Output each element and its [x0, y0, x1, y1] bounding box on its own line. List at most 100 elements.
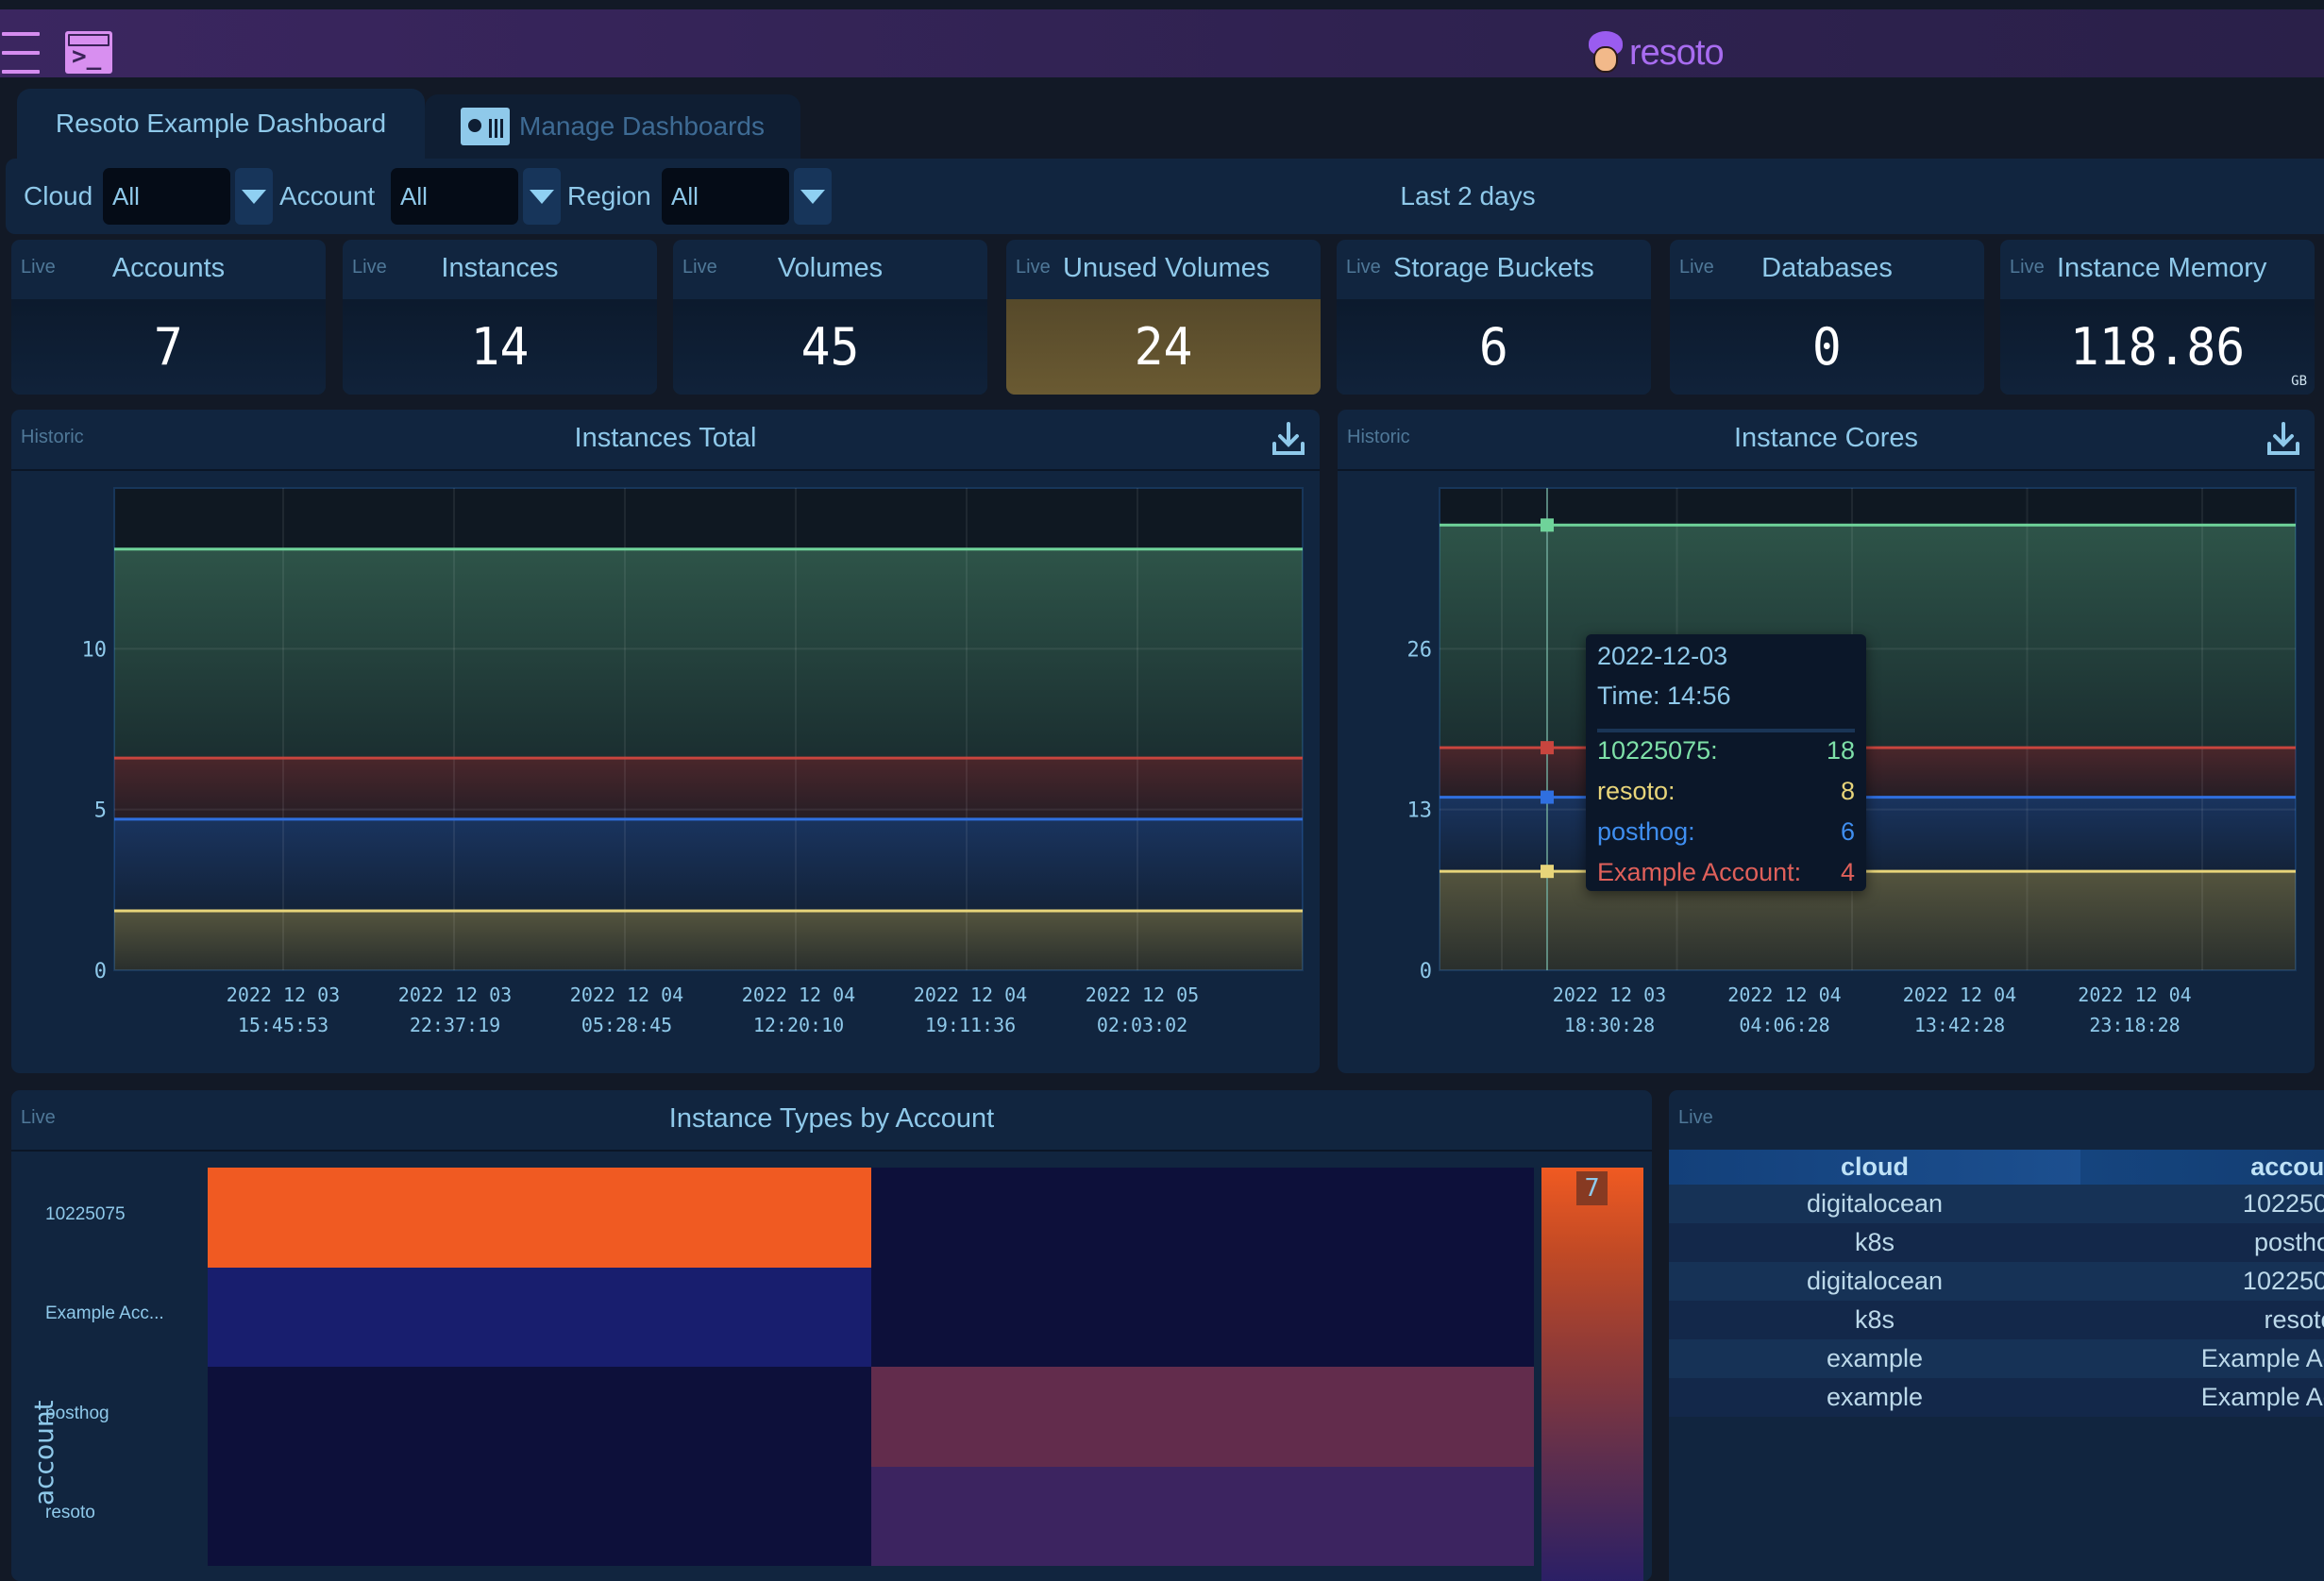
- live-tag: Live: [1346, 257, 1381, 278]
- stat-value: 6: [1479, 317, 1508, 377]
- heatmap-cell[interactable]: [208, 1367, 871, 1467]
- region-filter-select[interactable]: All: [662, 168, 789, 225]
- app-header: >_ resoto: [0, 9, 2324, 77]
- account-filter-dropdown-icon[interactable]: [523, 168, 561, 225]
- heatmap-cell[interactable]: [870, 1466, 1534, 1566]
- heatmap-cell[interactable]: [870, 1367, 1534, 1467]
- stat-card-instances[interactable]: Live Instances 14: [343, 240, 657, 395]
- x-tick-label-time: 22:37:19: [410, 1014, 500, 1036]
- download-icon[interactable]: [1271, 421, 1306, 457]
- stat-body: 14: [343, 299, 657, 395]
- hamburger-icon[interactable]: [2, 32, 40, 74]
- stat-card-volumes[interactable]: Live Volumes 45: [673, 240, 987, 395]
- x-tick-label-date: 2022 12 04: [742, 984, 855, 1006]
- table-row[interactable]: digitalocean 10225075: [1669, 1262, 2324, 1301]
- cell-cloud: digitalocean: [1669, 1185, 2080, 1223]
- region-filter-dropdown-icon[interactable]: [794, 168, 832, 225]
- panel-header: Live: [1669, 1090, 2324, 1152]
- table-row[interactable]: digitalocean 10225075: [1669, 1185, 2324, 1223]
- stat-title: Instance Memory: [2057, 253, 2267, 283]
- instance-cores-panel: Historic Instance Cores 0 13 26 2022 12 03 1…: [1338, 410, 2315, 1073]
- stat-card-databases[interactable]: Live Databases 0: [1670, 240, 1984, 395]
- time-range-selector[interactable]: Last 2 days: [1340, 159, 1595, 234]
- tooltip-time: Time: 14:56: [1597, 681, 1731, 710]
- stat-title: Databases: [1761, 253, 1893, 283]
- x-tick-label-time: 12:20:10: [753, 1014, 844, 1036]
- heatmap-cell[interactable]: [208, 1267, 871, 1367]
- y-tick-label: 26: [1407, 638, 1433, 662]
- table-row[interactable]: example Example Account: [1669, 1378, 2324, 1417]
- stat-card-header: Live Volumes: [673, 240, 987, 299]
- tab-resoto-example-dashboard[interactable]: Resoto Example Dashboard: [17, 89, 425, 159]
- tooltip-row: Example Account: 4: [1597, 858, 1855, 896]
- stat-card-header: Live Instances: [343, 240, 657, 299]
- tab-label: Resoto Example Dashboard: [55, 109, 387, 138]
- area-band-resoto: [114, 910, 1303, 970]
- y-tick-label: 0: [94, 960, 107, 984]
- stat-title: Instances: [441, 253, 559, 283]
- top-strip: [0, 0, 2324, 9]
- live-tag: Live: [1678, 1107, 1713, 1128]
- column-header-cloud[interactable]: cloud: [1669, 1150, 2080, 1185]
- stat-value: 0: [1812, 317, 1842, 377]
- tab-manage-dashboards[interactable]: Manage Dashboards: [425, 94, 800, 159]
- stat-card-header: Live Unused Volumes: [1006, 240, 1321, 299]
- instance-types-panel: Live Instance Types by Account 10225075 E…: [11, 1090, 1652, 1581]
- x-tick-label-time: 19:11:36: [925, 1014, 1016, 1036]
- account-filter-select[interactable]: All: [391, 168, 518, 225]
- heatmap-cell[interactable]: [870, 1267, 1534, 1367]
- heatmap-row-label: 10225075: [45, 1203, 126, 1224]
- stat-card-accounts[interactable]: Live Accounts 7: [11, 240, 326, 395]
- table-row[interactable]: k8s resoto: [1669, 1301, 2324, 1339]
- tooltip-divider: [1597, 729, 1855, 732]
- stat-card-storage-buckets[interactable]: Live Storage Buckets 6: [1337, 240, 1651, 395]
- x-tick-label-time: 23:18:28: [2089, 1014, 2180, 1036]
- heatmap-cell[interactable]: [870, 1168, 1534, 1268]
- x-tick-label-time: 04:06:28: [1739, 1014, 1829, 1036]
- hover-marker-10225075: [1541, 518, 1554, 532]
- cloud-filter-select[interactable]: All: [103, 168, 230, 225]
- terminal-icon[interactable]: >_: [65, 31, 112, 74]
- stat-card-header: Live Storage Buckets: [1337, 240, 1651, 299]
- tooltip-row: 10225075: 18: [1597, 736, 1855, 774]
- panel-title: Instances Total: [574, 423, 757, 453]
- heatmap-cell[interactable]: [208, 1168, 871, 1268]
- area-band-10225075: [114, 548, 1303, 759]
- heatmap-row-label: resoto: [45, 1503, 95, 1523]
- tooltip-row: resoto: 8: [1597, 777, 1855, 815]
- instances-total-chart[interactable]: 0 5 10 2022 12 03 15:45:53 2022 12 03 22:37:19…: [11, 469, 1320, 1073]
- cell-account: Example Account: [2080, 1378, 2324, 1417]
- stat-card-header: Live Databases: [1670, 240, 1984, 299]
- tab-label: Manage Dashboards: [519, 111, 765, 141]
- x-tick-label-date: 2022 12 05: [1086, 984, 1199, 1006]
- download-icon[interactable]: [2265, 421, 2301, 457]
- table-header-row: cloud account: [1669, 1150, 2324, 1185]
- tooltip-series-label: posthog:: [1597, 817, 1695, 846]
- x-tick-label-time: 18:30:28: [1564, 1014, 1655, 1036]
- cloud-filter-dropdown-icon[interactable]: [235, 168, 273, 225]
- stat-card-instance-memory[interactable]: Live Instance Memory 118.86 GB: [2000, 240, 2315, 395]
- hover-marker-example-account: [1541, 741, 1554, 755]
- stat-card-unused-volumes[interactable]: Live Unused Volumes 24: [1006, 240, 1321, 395]
- resoto-logo[interactable]: resoto: [1586, 30, 1725, 76]
- stat-body: 24: [1006, 299, 1321, 395]
- stat-title: Volumes: [777, 253, 884, 283]
- stat-value: 7: [154, 317, 183, 377]
- table-row[interactable]: k8s posthog: [1669, 1223, 2324, 1262]
- accounts-table: cloud account digitalocean 10225075k8s p…: [1669, 1150, 2324, 1417]
- column-header-account[interactable]: account: [2080, 1150, 2324, 1185]
- table-row[interactable]: example Example Account: [1669, 1339, 2324, 1378]
- tooltip-date: 2022-12-03: [1597, 642, 1728, 670]
- heatmap-cell[interactable]: [208, 1466, 871, 1566]
- x-tick-label-date: 2022 12 03: [398, 984, 512, 1006]
- region-filter-label: Region: [567, 181, 651, 210]
- y-tick-label: 13: [1407, 799, 1433, 823]
- tooltip-series-label: resoto:: [1597, 777, 1676, 805]
- cell-account: resoto: [2080, 1301, 2324, 1339]
- cell-cloud: k8s: [1669, 1223, 2080, 1262]
- hover-marker-resoto: [1541, 865, 1554, 879]
- stat-value: 24: [1134, 317, 1193, 377]
- stat-body: 0: [1670, 299, 1984, 395]
- panel-header: Historic Instance Cores: [1338, 410, 2315, 471]
- cell-cloud: digitalocean: [1669, 1262, 2080, 1301]
